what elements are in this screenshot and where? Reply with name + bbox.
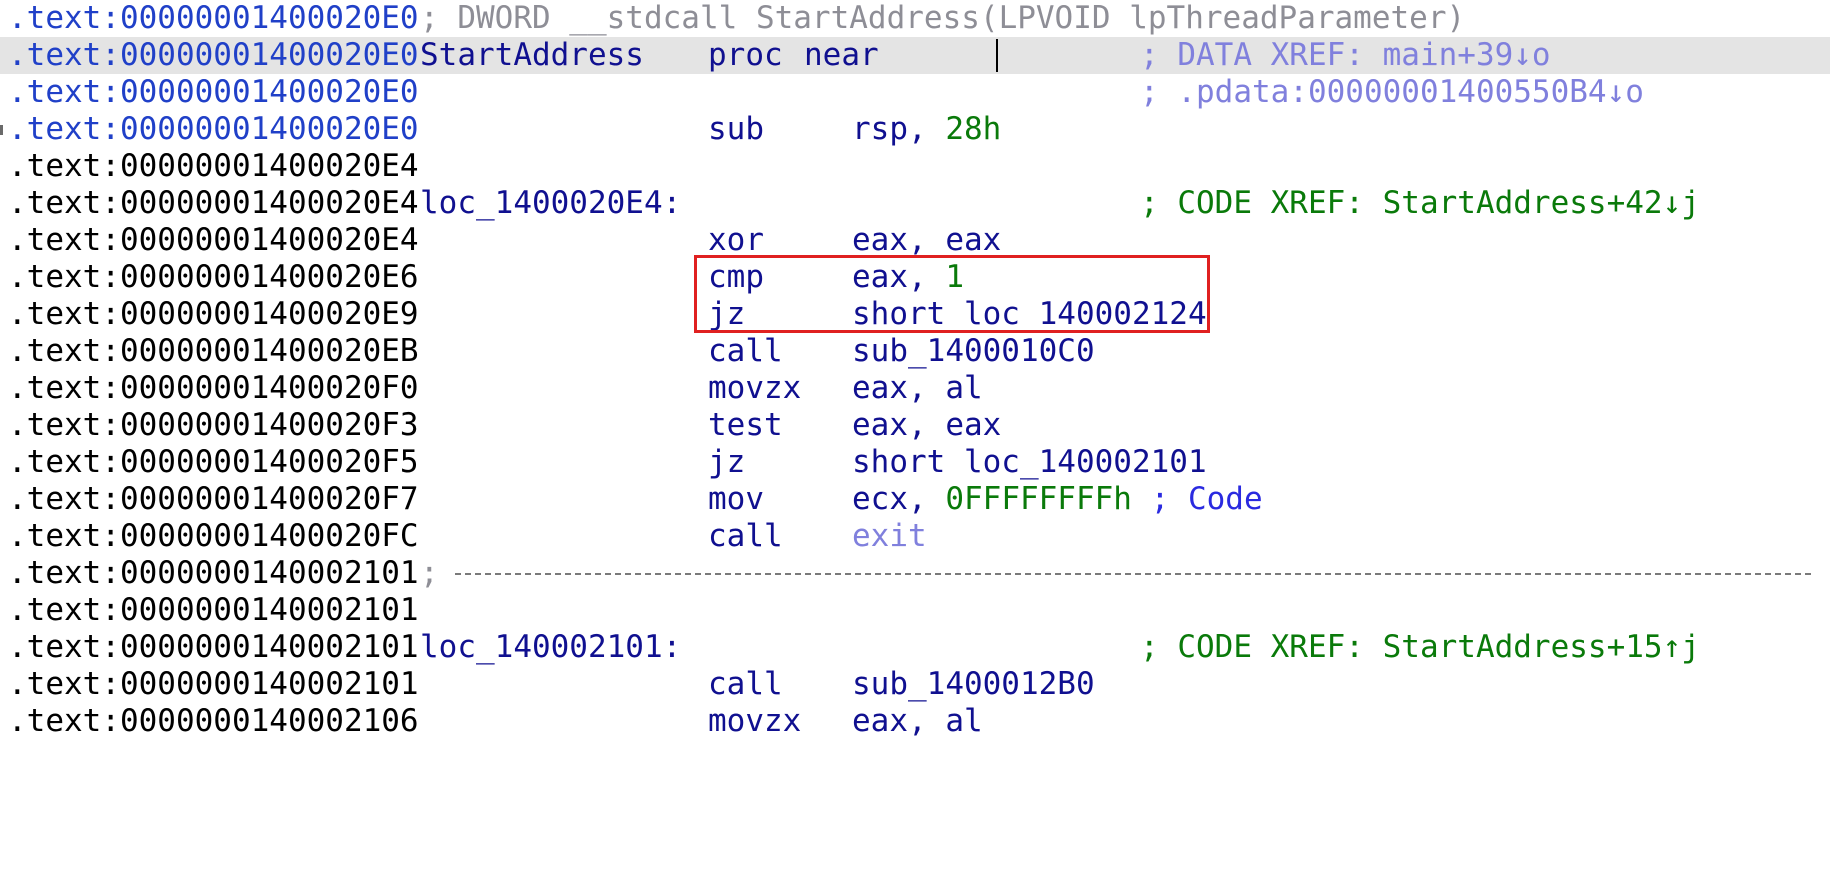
operand: eax, al <box>852 370 983 406</box>
mnemonic: call <box>708 333 783 369</box>
mnemonic: xor <box>708 222 764 258</box>
code-xref-comment[interactable]: ; CODE XREF: StartAddress+15↑j <box>1140 629 1700 666</box>
code-comment: ; Code <box>1132 481 1263 517</box>
loc-label[interactable]: loc_1400020E4: <box>420 185 681 222</box>
separator-comment-marker: ; <box>420 555 439 591</box>
address: .text:0000000140002106 <box>8 703 419 739</box>
mnemonic: jz <box>708 296 746 332</box>
operand-register: rsp, <box>852 111 946 147</box>
operand-immediate: 1 <box>945 259 964 295</box>
mnemonic: mov <box>708 481 764 517</box>
address: .text:00000001400020EB <box>8 333 419 369</box>
separator-line <box>455 573 1811 575</box>
data-xref-comment[interactable]: ; DATA XREF: main+39↓o <box>1140 37 1551 74</box>
listing-row[interactable]: .text:0000000140002101 <box>0 592 1830 629</box>
mnemonic: call <box>708 518 783 554</box>
address: .text:00000001400020E4 <box>8 185 419 221</box>
mnemonic: movzx <box>708 703 802 739</box>
address: .text:00000001400020F5 <box>8 444 419 480</box>
listing-row[interactable]: .text:00000001400020E4 loc_1400020E4: ; … <box>0 185 1830 222</box>
mnemonic: jz <box>708 444 746 480</box>
address: .text:00000001400020E6 <box>8 259 419 295</box>
address: .text:00000001400020E0 <box>8 74 419 110</box>
operand: eax, 1 <box>852 259 964 296</box>
listing-row[interactable]: .text:0000000140002101 call sub_1400012B… <box>0 666 1830 703</box>
address: .text:0000000140002101 <box>8 592 419 628</box>
code-xref-comment[interactable]: ; CODE XREF: StartAddress+42↓j <box>1140 185 1700 222</box>
proc-name-label[interactable]: StartAddress <box>420 37 644 74</box>
address: .text:00000001400020E4 <box>8 222 419 258</box>
listing-row[interactable]: .text:00000001400020EB call sub_1400010C… <box>0 333 1830 370</box>
operand-immediate: 0FFFFFFFFh <box>945 481 1132 517</box>
disassembly-listing[interactable]: .text:00000001400020E0 ; DWORD __stdcall… <box>0 0 1830 740</box>
mnemonic: sub <box>708 111 764 147</box>
address: .text:0000000140002101 <box>8 629 419 665</box>
listing-row[interactable]: .text:00000001400020E4 xor eax, eax <box>0 222 1830 259</box>
mnemonic: test <box>708 407 783 443</box>
address: .text:00000001400020E0 <box>8 111 419 147</box>
listing-row[interactable]: .text:00000001400020E0 ; DWORD __stdcall… <box>0 0 1830 37</box>
operand: rsp, 28h <box>852 111 1001 148</box>
listing-row[interactable]: .text:00000001400020F5 jz short loc_1400… <box>0 444 1830 481</box>
jump-target-operand[interactable]: short loc_140002124 <box>852 296 1207 333</box>
mnemonic: call <box>708 666 783 702</box>
listing-row[interactable]: .text:00000001400020F7 mov ecx, 0FFFFFFF… <box>0 481 1830 518</box>
address: .text:00000001400020FC <box>8 518 419 554</box>
jump-target-operand[interactable]: short loc_140002101 <box>852 444 1207 481</box>
address: .text:00000001400020E0 <box>8 37 419 73</box>
listing-row-separator[interactable]: .text:0000000140002101 ; <box>0 555 1830 592</box>
operand: eax, eax <box>852 222 1002 258</box>
proc-type: near <box>804 37 879 73</box>
operand: eax, eax <box>852 407 1002 443</box>
proc-keyword: proc <box>708 37 783 73</box>
address: .text:00000001400020F0 <box>8 370 419 406</box>
mnemonic: movzx <box>708 370 802 406</box>
listing-row[interactable]: .text:0000000140002101 loc_140002101: ; … <box>0 629 1830 666</box>
proc-signature-comment: ; DWORD __stdcall StartAddress(LPVOID lp… <box>420 0 1466 36</box>
address: .text:00000001400020F7 <box>8 481 419 517</box>
listing-row[interactable]: .text:00000001400020E0 sub rsp, 28h <box>0 111 1830 148</box>
call-target-operand[interactable]: sub_1400012B0 <box>852 666 1095 703</box>
address: .text:0000000140002101 <box>8 555 419 591</box>
listing-row[interactable]: .text:00000001400020E9 jz short loc_1400… <box>0 296 1830 333</box>
listing-row[interactable]: .text:00000001400020E4 <box>0 148 1830 185</box>
import-call-operand[interactable]: exit <box>852 518 927 555</box>
mnemonic: cmp <box>708 259 764 295</box>
listing-row[interactable]: .text:00000001400020F3 test eax, eax <box>0 407 1830 444</box>
listing-row[interactable]: .text:00000001400020F0 movzx eax, al <box>0 370 1830 407</box>
address: .text:00000001400020F3 <box>8 407 419 443</box>
code-comment-text: ; Code <box>1150 481 1263 517</box>
loc-label[interactable]: loc_140002101: <box>420 629 681 666</box>
address: .text:00000001400020E9 <box>8 296 419 332</box>
address: .text:00000001400020E4 <box>8 148 419 184</box>
operand-immediate: 28h <box>945 111 1002 147</box>
address: .text:00000001400020E0 <box>8 0 419 36</box>
address: .text:0000000140002101 <box>8 666 419 702</box>
listing-row[interactable]: .text:00000001400020E0 ; .pdata:00000001… <box>0 74 1830 111</box>
listing-row[interactable]: .text:00000001400020FC call exit <box>0 518 1830 555</box>
listing-row-current[interactable]: .text:00000001400020E0 StartAddress proc… <box>0 37 1830 74</box>
listing-row[interactable]: .text:00000001400020E6 cmp eax, 1 <box>0 259 1830 296</box>
operand: ecx, 0FFFFFFFFh ; Code <box>852 481 1263 518</box>
text-caret <box>996 39 998 72</box>
listing-row[interactable]: .text:0000000140002106 movzx eax, al <box>0 703 1830 740</box>
pdata-xref-comment[interactable]: ; .pdata:00000001400550B4↓o <box>1140 74 1644 111</box>
call-target-operand[interactable]: sub_1400010C0 <box>852 333 1095 370</box>
operand-register: eax, <box>852 259 946 295</box>
row-marker <box>0 125 3 135</box>
operand-register: ecx, <box>852 481 946 517</box>
operand: eax, al <box>852 703 983 739</box>
